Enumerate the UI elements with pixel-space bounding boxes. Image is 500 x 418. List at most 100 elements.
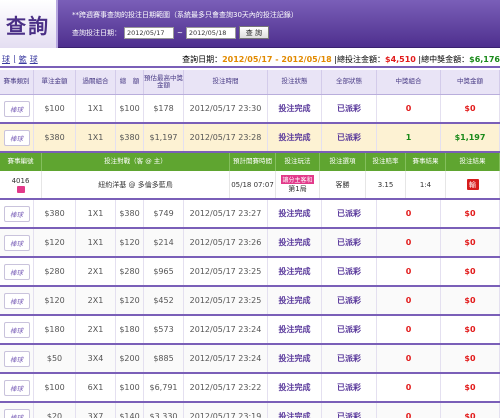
amount-cell: $20 [34,403,76,418]
baseball-logo-icon: 棒球 [3,408,30,418]
time-cell: 2012/05/17 23:26 [184,229,268,256]
total-cell-text: $120 [119,296,140,305]
total-cell: $120 [116,229,144,256]
date-range-note: **跨週賽事查詢的投注日期範圍（系統最多只會查詢30天內的投注記錄） [72,11,298,19]
combo-cell-text: 1X1 [87,133,104,142]
state-cell: 已派彩 [322,200,377,227]
max-cell-text: $6,791 [149,383,178,392]
detail-col-time: 預計開賽時間 [230,153,276,171]
status-cell-text: 投注完成 [278,133,311,142]
max-cell-text: $452 [153,296,174,305]
win-combo-cell: 0 [377,200,441,227]
table-body: 棒球 $100 1X1 $100 $178 2012/05/17 23:30 投注完成 已派彩… [0,95,500,418]
amount-cell-text: $120 [44,238,65,247]
win-combo-cell-text: 1 [405,133,412,142]
state-cell-text: 已派彩 [337,267,361,276]
flag-icon [16,185,25,193]
total-cell-text: $120 [119,238,140,247]
combo-cell: 1X1 [76,95,116,122]
combo-cell-text: 3X7 [87,412,104,418]
time-cell: 2012/05/17 23:27 [184,200,268,227]
tab-0[interactable]: 球 [2,54,10,65]
date-from-input[interactable] [124,26,174,39]
table-row[interactable]: 棒球 $100 6X1 $100 $6,791 2012/05/17 23:22 投注完成 已… [0,374,500,403]
sport-tabs: 球 | 籃 球 [0,54,38,65]
bet-record-table: 賽事類別 單注金額 過關組合 總 額 預估最高中獎金額 投注時間 投注狀態 全部… [0,70,500,418]
table-row[interactable]: 棒球 $120 2X1 $120 $452 2012/05/17 23:25 投注完成 已派彩… [0,287,500,316]
state-cell-text: 已派彩 [337,412,361,418]
win-combo-cell: 0 [377,374,441,401]
detail-score-text: 1:4 [419,180,432,189]
total-cell-text: $180 [119,325,140,334]
max-cell-text: $214 [153,238,174,247]
state-cell-text: 已派彩 [337,238,361,247]
amount-cell-text: $20 [46,412,63,418]
time-cell: 2012/05/17 23:24 [184,345,268,372]
detail-result-cell: 輸 [446,171,500,198]
amount-cell: $50 [34,345,76,372]
col-category: 賽事類別 [0,70,34,94]
status-cell-text: 投注完成 [278,296,311,305]
total-cell-text: $380 [119,209,140,218]
win-cell: $0 [441,316,500,343]
summary-prefix: 查詢日期： [182,54,223,64]
state-cell-text: 已派彩 [337,354,361,363]
win-cell-text: $0 [464,238,476,247]
table-row[interactable]: 棒球 $20 3X7 $140 $3,330 2012/05/17 23:19 投注完成 已派… [0,403,500,418]
max-cell-text: $885 [153,354,174,363]
win-cell-text: $0 [464,383,476,392]
detail-row: 4016 紐約洋基 @ 多倫多藍鳥 05/18 07:07 讓分主客和 第1局 客勝 3.1… [0,171,500,198]
time-cell-text: 2012/05/17 23:22 [189,383,262,392]
tab-separator: | [13,53,16,63]
max-cell-text: $965 [153,267,174,276]
category-cell: 棒球 [0,374,34,401]
total-cell: $180 [116,316,144,343]
table-row[interactable]: 棒球 $50 3X4 $200 $885 2012/05/17 23:24 投注完成 已派彩 0… [0,345,500,374]
detail-id: 4016 [11,176,30,185]
combo-cell: 6X1 [76,374,116,401]
amount-cell: $180 [34,316,76,343]
amount-cell-text: $280 [44,267,65,276]
table-row[interactable]: 棒球 $180 2X1 $180 $573 2012/05/17 23:24 投注完成 已派彩… [0,316,500,345]
status-cell: 投注完成 [268,95,322,122]
win-cell: $0 [441,345,500,372]
time-cell: 2012/05/17 23:25 [184,287,268,314]
baseball-logo-icon: 棒球 [3,350,30,367]
max-cell: $6,791 [144,374,184,401]
table-row[interactable]: 棒球 $120 1X1 $120 $214 2012/05/17 23:26 投注完成 已派彩… [0,229,500,258]
state-cell: 已派彩 [322,258,377,285]
detail-time-text: 05/18 07:07 [231,180,274,189]
table-row[interactable]: 棒球 $280 2X1 $280 $965 2012/05/17 23:25 投注完成 已派彩… [0,258,500,287]
time-cell-text: 2012/05/17 23:25 [189,296,262,305]
tab-2[interactable]: 球 [30,54,38,65]
win-combo-cell-text: 0 [405,267,412,276]
table-row[interactable]: 棒球 $100 1X1 $100 $178 2012/05/17 23:30 投注完成 已派彩… [0,95,500,124]
win-combo-cell: 0 [377,345,441,372]
win-cell-text: $1,197 [454,133,486,142]
detail-time: 05/18 07:07 [230,171,276,198]
win-label: 總中獎金額： [421,54,470,64]
date-to-input[interactable] [185,26,236,39]
time-cell: 2012/05/17 23:22 [184,374,268,401]
table-row[interactable]: 棒球 $380 1X1 $380 $1,197 2012/05/17 23:28 投注完成 已… [0,124,500,153]
state-cell: 已派彩 [322,124,377,151]
col-state: 全部狀態 [322,70,377,94]
state-cell-text: 已派彩 [337,325,361,334]
status-cell-text: 投注完成 [278,267,311,276]
win-combo-cell-text: 0 [405,238,412,247]
combo-cell-text: 6X1 [87,383,104,392]
detail-match: 紐約洋基 @ 多倫多藍鳥 [42,171,230,198]
tab-1[interactable]: 籃 [19,54,27,65]
table-row[interactable]: 棒球 $380 1X1 $380 $749 2012/05/17 23:27 投注完成 已派彩… [0,200,500,229]
max-cell: $749 [144,200,184,227]
combo-cell-text: 1X1 [87,238,104,247]
win-combo-cell-text: 0 [405,354,412,363]
detail-col-result: 投注結果 [446,153,500,171]
total-cell: $380 [116,200,144,227]
win-cell-text: $0 [464,325,476,334]
amount-cell-text: $100 [44,104,65,113]
win-cell-text: $0 [464,209,476,218]
detail-col-id: 賽事編號 [0,153,42,171]
max-cell-text: $178 [153,104,174,113]
query-button[interactable]: 查 詢 [238,26,269,39]
